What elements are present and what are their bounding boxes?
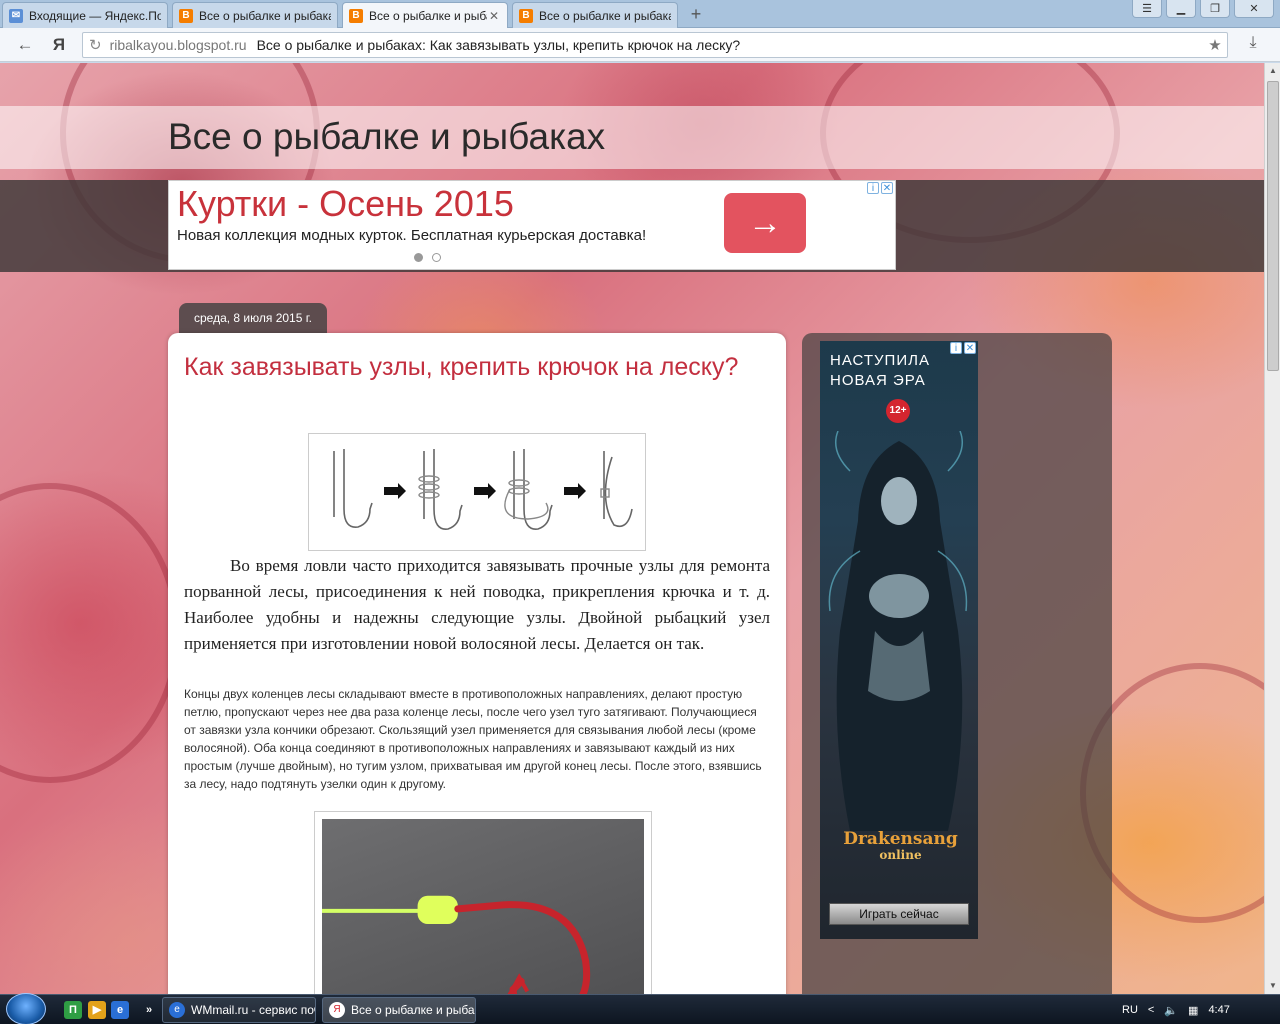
drakensang-logo: Drakensang online: [828, 831, 973, 863]
media-player-icon[interactable]: ▶: [88, 1001, 106, 1019]
blogger-icon: B: [519, 8, 533, 23]
tab-label: Входящие — Яндекс.Почта: [29, 8, 161, 23]
tab-label: Все о рыбалке и рыбаках: [369, 8, 487, 23]
arrow-right-icon: →: [748, 203, 782, 242]
info-icon[interactable]: i: [950, 342, 962, 354]
system-tray: RU < 🔈 ▦ 4:47: [1122, 995, 1230, 1024]
logo-subtext: online: [879, 848, 922, 862]
post-title[interactable]: Как завязывать узлы, крепить крючок на л…: [184, 353, 738, 382]
blogger-icon: B: [349, 8, 363, 23]
hook-photo[interactable]: [314, 811, 652, 994]
page-scrollbar[interactable]: ▲ ▼: [1264, 63, 1280, 994]
background-stain: [0, 483, 180, 783]
address-page-title: Все о рыбалке и рыбаках: Как завязывать …: [256, 37, 741, 53]
play-now-button[interactable]: Играть сейчас: [829, 903, 969, 925]
scroll-up-icon[interactable]: ▲: [1265, 63, 1280, 79]
knot-diagram-image[interactable]: [308, 433, 646, 551]
page-viewport: Все о рыбалке и рыбаках Куртки - Осень 2…: [0, 63, 1264, 994]
ad-choices[interactable]: i ✕: [867, 182, 893, 194]
language-indicator[interactable]: RU: [1122, 1004, 1138, 1016]
mail-icon: ✉: [9, 8, 23, 23]
volume-icon[interactable]: 🔈: [1164, 1004, 1178, 1017]
taskbar-item-blog[interactable]: Я Все о рыбалке и рыбаках: [322, 997, 476, 1023]
browser-tab-blog-active[interactable]: B Все о рыбалке и рыбаках ✕: [342, 2, 508, 28]
download-icon[interactable]: ⤓: [1240, 34, 1266, 56]
taskbar-item-label: WMmail.ru - сервис почтовых рассылок: [191, 1003, 315, 1017]
ad-arrow-button[interactable]: →: [724, 193, 806, 253]
blog-title[interactable]: Все о рыбалке и рыбаках: [168, 116, 605, 158]
start-button[interactable]: [6, 993, 46, 1024]
side-game-ad[interactable]: НАСТУПИЛА НОВАЯ ЭРА 12+ i ✕ Drakensang o…: [820, 341, 978, 939]
post-date: среда, 8 июля 2015 г.: [179, 303, 327, 333]
yandex-logo[interactable]: Я: [48, 34, 70, 56]
minimize-icon[interactable]: ▁: [1166, 0, 1196, 18]
close-tab-icon[interactable]: ✕: [487, 9, 501, 23]
browser-tab-blog-3[interactable]: B Все о рыбалке и рыбаках: [512, 2, 678, 28]
reload-icon[interactable]: ↻: [89, 36, 102, 54]
post-card: Как завязывать узлы, крепить крючок на л…: [168, 333, 786, 994]
post-paragraph-small: Концы двух коленцев лесы складывают вмес…: [184, 687, 762, 791]
new-tab-button[interactable]: +: [686, 5, 706, 23]
bookmark-star-icon[interactable]: ★: [1203, 36, 1227, 54]
internet-explorer-icon[interactable]: e: [111, 1001, 129, 1019]
window-controls: ☰ ▁ ❐ ✕: [1132, 0, 1274, 18]
blogger-icon: B: [179, 8, 193, 23]
browser-toolbar: ← Я ↻ ribalkayou.blogspot.ru Все о рыбал…: [0, 28, 1280, 62]
restore-icon[interactable]: ❐: [1200, 0, 1230, 18]
knot-steps-illustration: [333, 449, 633, 530]
close-icon[interactable]: ✕: [881, 182, 893, 194]
taskbar-item-wmmail[interactable]: e WMmail.ru - сервис почтовых рассылок: [162, 997, 316, 1023]
windows-taskbar: П ▶ e » e WMmail.ru - сервис почтовых ра…: [0, 993, 1280, 1024]
tab-label: Все о рыбалке и рыбаках: [539, 8, 671, 23]
network-icon[interactable]: ▦: [1188, 1004, 1198, 1017]
ad-choices[interactable]: i ✕: [950, 342, 976, 354]
tray-expand-icon[interactable]: <: [1148, 1004, 1154, 1016]
scroll-thumb[interactable]: [1267, 81, 1279, 371]
back-arrow-icon[interactable]: ←: [14, 34, 36, 56]
address-domain: ribalkayou.blogspot.ru: [109, 37, 247, 53]
ad-description: Новая коллекция модных курток. Бесплатна…: [177, 227, 647, 244]
close-icon[interactable]: ✕: [964, 342, 976, 354]
quicklaunch-overflow[interactable]: »: [140, 1001, 158, 1019]
close-window-icon[interactable]: ✕: [1234, 0, 1274, 18]
browser-menu-icon[interactable]: ☰: [1132, 0, 1162, 18]
sidebar: НАСТУПИЛА НОВАЯ ЭРА 12+ i ✕ Drakensang o…: [802, 333, 1112, 994]
pager-dot[interactable]: [432, 253, 441, 262]
logo-text: Drakensang: [843, 829, 958, 849]
ad-pager: [414, 253, 441, 262]
post-paragraph-large: Во время ловли часто приходится завязыва…: [184, 556, 770, 653]
browser-tab-mail[interactable]: ✉ Входящие — Яндекс.Почта: [2, 2, 168, 28]
info-icon[interactable]: i: [867, 182, 879, 194]
clock[interactable]: 4:47: [1208, 1004, 1229, 1016]
scroll-down-icon[interactable]: ▼: [1265, 978, 1280, 994]
address-bar[interactable]: ↻ ribalkayou.blogspot.ru Все о рыбалке и…: [82, 32, 1228, 58]
hook-illustration: [322, 895, 591, 994]
yandex-browser-icon: Я: [329, 1002, 345, 1018]
browser-tab-blog-1[interactable]: B Все о рыбалке и рыбаках: [172, 2, 338, 28]
sorceress-illustration: [828, 431, 968, 831]
ad-title[interactable]: Куртки - Осень 2015: [177, 183, 514, 225]
hook-photo-content: [322, 819, 644, 994]
side-ad-headline: НАСТУПИЛА НОВАЯ ЭРА: [830, 352, 930, 389]
top-banner-ad[interactable]: Куртки - Осень 2015 Новая коллекция модн…: [168, 180, 896, 270]
age-rating-badge: 12+: [886, 399, 910, 423]
browser-tab-strip: ✉ Входящие — Яндекс.Почта B Все о рыбалк…: [0, 0, 1280, 28]
tab-label: Все о рыбалке и рыбаках: [199, 8, 331, 23]
taskbar-item-label: Все о рыбалке и рыбаках: [351, 1003, 475, 1017]
app-quicklaunch-icon[interactable]: П: [64, 1001, 82, 1019]
internet-explorer-icon: e: [169, 1002, 185, 1018]
pager-dot[interactable]: [414, 253, 423, 262]
